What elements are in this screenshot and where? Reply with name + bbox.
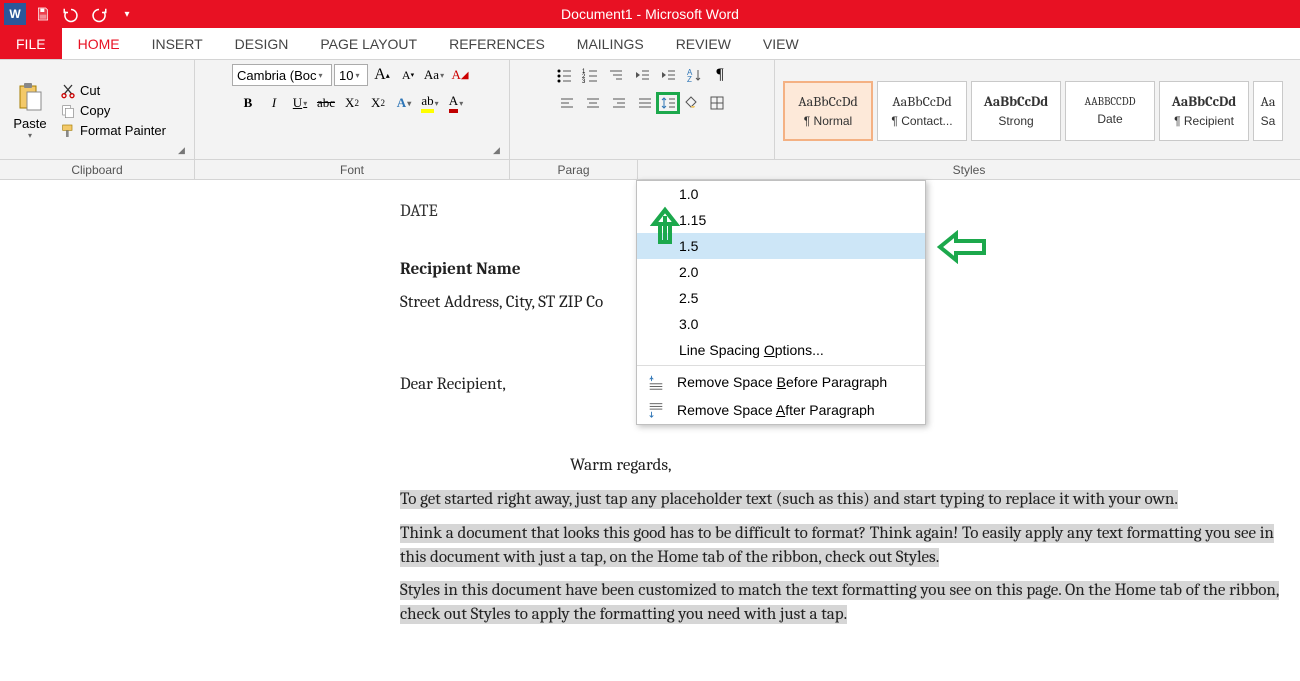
qat-customize-icon[interactable]: ▾ xyxy=(116,3,138,25)
body-p3[interactable]: Styles in this document have been custom… xyxy=(400,581,1279,624)
body-p1[interactable]: To get started right away, just tap any … xyxy=(400,490,1178,509)
text-effects-button[interactable]: A xyxy=(392,92,416,114)
style-date[interactable]: AABBCCDDDate xyxy=(1065,81,1155,141)
strikethrough-button[interactable]: abc xyxy=(314,92,338,114)
quick-access-toolbar: W ▾ xyxy=(0,3,138,25)
format-painter-button[interactable]: Format Painter xyxy=(58,122,168,140)
remove-space-before[interactable]: Remove Space Before Paragraph xyxy=(637,368,925,396)
style-strong[interactable]: AaBbCcDdStrong xyxy=(971,81,1061,141)
line-spacing-3_0[interactable]: 3.0 xyxy=(637,311,925,337)
paste-icon xyxy=(14,81,46,116)
highlight-button[interactable]: ab xyxy=(418,92,442,114)
shading-button[interactable] xyxy=(679,92,703,114)
line-spacing-button[interactable] xyxy=(656,92,680,114)
tab-references[interactable]: REFERENCES xyxy=(433,28,561,59)
tab-home[interactable]: HOME xyxy=(62,28,136,59)
copy-label: Copy xyxy=(80,103,110,118)
annotation-arrow-up xyxy=(648,204,682,244)
cut-label: Cut xyxy=(80,83,100,98)
svg-text:3: 3 xyxy=(582,79,586,83)
decrease-indent-button[interactable] xyxy=(630,64,654,86)
group-font: Cambria (Boc▾ 10▾ A▴ A▾ Aa A◢ B I U abc … xyxy=(195,60,510,159)
align-center-button[interactable] xyxy=(581,92,605,114)
redo-icon[interactable] xyxy=(88,3,110,25)
tab-insert[interactable]: INSERT xyxy=(136,28,219,59)
annotation-arrow-left xyxy=(936,230,986,264)
undo-icon[interactable] xyxy=(60,3,82,25)
svg-text:Z: Z xyxy=(687,75,692,83)
ribbon-tabs: FILE HOME INSERT DESIGN PAGE LAYOUT REFE… xyxy=(0,28,1300,60)
line-spacing-2_5[interactable]: 2.5 xyxy=(637,285,925,311)
body-p2[interactable]: Think a document that looks this good ha… xyxy=(400,524,1274,567)
superscript-button[interactable]: X2 xyxy=(366,92,390,114)
clear-formatting-icon[interactable]: A◢ xyxy=(448,64,472,86)
font-name-combo[interactable]: Cambria (Boc▾ xyxy=(232,64,332,86)
tab-view[interactable]: VIEW xyxy=(747,28,815,59)
align-right-button[interactable] xyxy=(607,92,631,114)
style-normal[interactable]: AaBbCcDd¶ Normal xyxy=(783,81,873,141)
tab-review[interactable]: REVIEW xyxy=(660,28,747,59)
ribbon: Paste ▾ Cut Copy Format Painter ◢ Cambri… xyxy=(0,60,1300,160)
cut-button[interactable]: Cut xyxy=(58,82,168,100)
multilevel-list-button[interactable] xyxy=(604,64,628,86)
show-hide-button[interactable]: ¶ xyxy=(708,64,732,86)
underline-button[interactable]: U xyxy=(288,92,312,114)
remove-before-icon xyxy=(647,373,665,391)
paste-button[interactable]: Paste ▾ xyxy=(8,81,52,140)
increase-indent-button[interactable] xyxy=(656,64,680,86)
copy-button[interactable]: Copy xyxy=(58,102,168,120)
font-size-combo[interactable]: 10▾ xyxy=(334,64,368,86)
style-contact[interactable]: AaBbCcDd¶ Contact... xyxy=(877,81,967,141)
bold-button[interactable]: B xyxy=(236,92,260,114)
subscript-button[interactable]: X2 xyxy=(340,92,364,114)
align-left-button[interactable] xyxy=(555,92,579,114)
line-spacing-2_0[interactable]: 2.0 xyxy=(637,259,925,285)
font-color-button[interactable]: A xyxy=(444,92,468,114)
closing[interactable]: Warm regards, xyxy=(570,454,1300,478)
borders-button[interactable] xyxy=(705,92,729,114)
numbering-button[interactable]: 123 xyxy=(578,64,602,86)
title-bar: W ▾ Document1 - Microsoft Word xyxy=(0,0,1300,28)
word-logo: W xyxy=(4,3,26,25)
tab-design[interactable]: DESIGN xyxy=(219,28,305,59)
styles-label: Styles xyxy=(638,160,1300,179)
group-paragraph: 123 AZ ¶ xyxy=(510,60,775,159)
remove-space-after[interactable]: Remove Space After Paragraph xyxy=(637,396,925,424)
sort-button[interactable]: AZ xyxy=(682,64,706,86)
group-labels-row: Clipboard Font Parag Styles xyxy=(0,160,1300,180)
change-case-button[interactable]: Aa xyxy=(422,64,446,86)
group-styles: AaBbCcDd¶ Normal AaBbCcDd¶ Contact... Aa… xyxy=(775,60,1300,159)
clipboard-dialog-launcher[interactable]: ◢ xyxy=(178,145,190,157)
font-label: Font xyxy=(195,160,510,179)
document-area: 1.0 1.15 1.5 2.0 2.5 3.0 Line Spacing Op… xyxy=(0,180,1300,627)
style-more[interactable]: AaSa xyxy=(1253,81,1283,141)
remove-after-icon xyxy=(647,401,665,419)
paste-label: Paste xyxy=(13,116,46,131)
clipboard-label: Clipboard xyxy=(0,160,195,179)
bullets-button[interactable] xyxy=(552,64,576,86)
line-spacing-options[interactable]: Line Spacing Options... xyxy=(637,337,925,363)
save-icon[interactable] xyxy=(32,3,54,25)
format-painter-label: Format Painter xyxy=(80,123,166,138)
font-dialog-launcher[interactable]: ◢ xyxy=(493,145,505,157)
tab-mailings[interactable]: MAILINGS xyxy=(561,28,660,59)
increase-font-icon[interactable]: A▴ xyxy=(370,64,394,86)
style-recipient[interactable]: AaBbCcDd¶ Recipient xyxy=(1159,81,1249,141)
group-clipboard: Paste ▾ Cut Copy Format Painter ◢ xyxy=(0,60,195,159)
justify-button[interactable] xyxy=(633,92,657,114)
decrease-font-icon[interactable]: A▾ xyxy=(396,64,420,86)
paragraph-label: Parag xyxy=(510,160,638,179)
italic-button[interactable]: I xyxy=(262,92,286,114)
tab-file[interactable]: FILE xyxy=(0,28,62,59)
tab-page-layout[interactable]: PAGE LAYOUT xyxy=(304,28,433,59)
window-title: Document1 - Microsoft Word xyxy=(561,6,739,22)
